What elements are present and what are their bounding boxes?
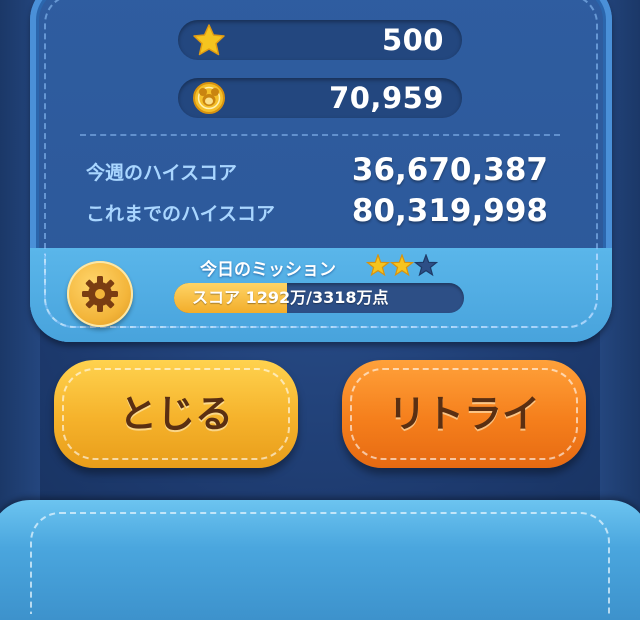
coin-icon xyxy=(192,81,226,115)
mission-star-filled-icon xyxy=(365,253,391,277)
retry-button-label: リトライ xyxy=(387,392,540,436)
bottom-tray xyxy=(0,500,640,620)
star-count-pill: 500 xyxy=(178,20,462,60)
mission-progress-text: スコア 1292万/3318万点 xyxy=(192,288,389,307)
mission-star-filled-icon xyxy=(389,253,415,277)
mission-star-empty-icon xyxy=(413,253,439,277)
coin-count-pill: 70,959 xyxy=(178,78,462,118)
weekly-highscore-label: 今週のハイスコア xyxy=(86,162,238,184)
alltime-highscore-value: 80,319,998 xyxy=(351,193,548,229)
close-button-label: とじる xyxy=(118,392,233,436)
alltime-highscore-label: これまでのハイスコア xyxy=(86,203,276,225)
gear-icon xyxy=(82,276,118,312)
settings-button[interactable] xyxy=(67,261,133,327)
star-icon xyxy=(192,23,226,57)
star-count: 500 xyxy=(381,23,444,57)
weekly-highscore-value: 36,670,387 xyxy=(351,152,548,188)
coin-count: 70,959 xyxy=(329,81,444,115)
mission-progress-bar: スコア 1292万/3318万点 xyxy=(174,283,464,313)
retry-button[interactable]: リトライ xyxy=(342,360,586,468)
divider xyxy=(80,134,560,136)
close-button[interactable]: とじる xyxy=(54,360,298,468)
mission-stars xyxy=(365,253,439,282)
mission-title: 今日のミッション xyxy=(200,260,336,280)
